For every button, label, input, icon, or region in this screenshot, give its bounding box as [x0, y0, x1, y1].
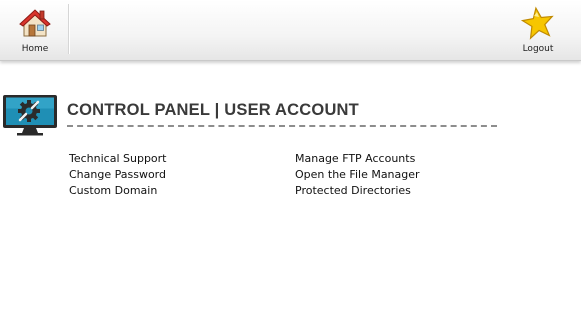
- monitor-gear-icon: [2, 94, 58, 140]
- custom-domain-link[interactable]: Custom Domain: [69, 183, 167, 199]
- page-title: CONTROL PANEL | USER ACCOUNT: [67, 101, 359, 119]
- technical-support-link[interactable]: Technical Support: [69, 151, 167, 167]
- file-manager-link[interactable]: Open the File Manager: [295, 167, 420, 183]
- links-right-column: Manage FTP Accounts Open the File Manage…: [295, 151, 420, 199]
- logout-label: Logout: [522, 44, 554, 54]
- title-divider: [67, 125, 497, 127]
- manage-ftp-accounts-link[interactable]: Manage FTP Accounts: [295, 151, 420, 167]
- star-icon: [520, 6, 555, 44]
- top-toolbar: Home Logout: [0, 0, 581, 61]
- protected-directories-link[interactable]: Protected Directories: [295, 183, 420, 199]
- change-password-link[interactable]: Change Password: [69, 167, 167, 183]
- toolbar-divider: [68, 4, 70, 54]
- home-label: Home: [21, 44, 49, 54]
- links-left-column: Technical Support Change Password Custom…: [69, 151, 167, 199]
- house-icon: [18, 6, 52, 44]
- home-button[interactable]: Home: [10, 0, 60, 60]
- logout-button[interactable]: Logout: [513, 0, 563, 60]
